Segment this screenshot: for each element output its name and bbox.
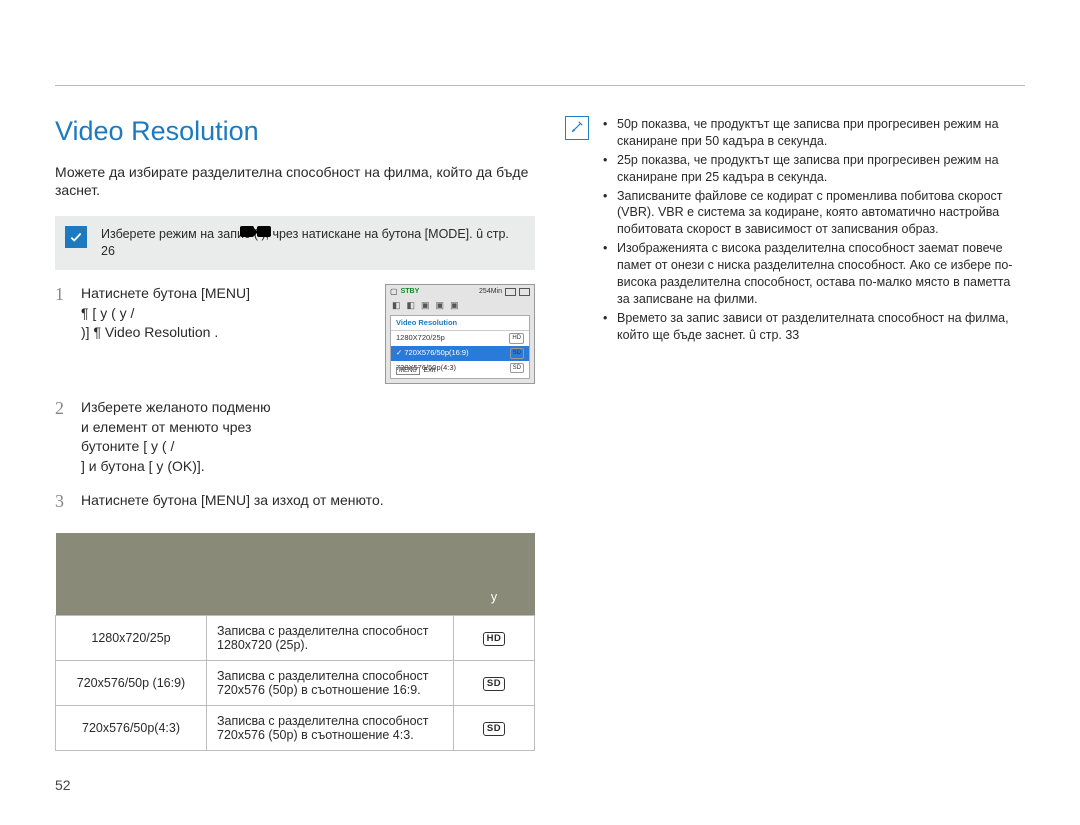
cam-option-row-selected[interactable]: ✓ 720X576/50p(16:9) SD (391, 346, 529, 361)
step1-line1: Натиснете бутона [MENU] (81, 284, 375, 304)
note-icon (565, 116, 589, 140)
memory-icon: ▢ (390, 286, 398, 297)
step-2: Изберете желаното подменю и елемент от м… (55, 398, 535, 478)
mode-icon: ▣ (436, 299, 445, 312)
step-3: Натиснете бутона [MENU] за изход от меню… (55, 491, 535, 511)
note-item: 25p показва, че продуктът ще записва при… (603, 152, 1025, 186)
cam-menu-title: Video Resolution (391, 316, 529, 332)
camera-screenshot: ▢ STBY 254Min ◧ (385, 284, 535, 384)
mode-icon: ◧ (407, 299, 416, 312)
checkmark-icon (65, 226, 87, 248)
res-desc: Записва с разделителна способност 720x57… (207, 661, 454, 706)
step1-line3: )] ¶ Video Resolution . (81, 323, 375, 343)
cam-option-label: 720X576/50p(16:9) (404, 348, 468, 357)
res-desc: Записва с разделителна способност 1280x7… (207, 616, 454, 661)
mode-icon: ▣ (450, 299, 459, 312)
time-remaining: 254Min (479, 287, 502, 297)
sd-badge: SD (510, 363, 524, 374)
table-row: 1280x720/25p Записва с разделителна спос… (56, 616, 535, 661)
header-rule (55, 85, 1025, 86)
note-item: 50p показва, че продуктът ще записва при… (603, 116, 1025, 150)
intro-text: Можете да избирате разделителна способно… (55, 163, 535, 200)
sd-badge: SD (483, 722, 505, 735)
res-name: 720x576/50p (16:9) (56, 661, 207, 706)
menu-exit-label: Exit (424, 367, 436, 374)
table-row: 720x576/50p(4:3) Записва с разделителна … (56, 706, 535, 751)
notes-list: 50p показва, че продуктът ще записва при… (601, 116, 1025, 345)
page-title: Video Resolution (55, 116, 535, 147)
res-name: 1280x720/25p (56, 616, 207, 661)
sd-badge: SD (510, 348, 524, 359)
resolution-table: у 1280x720/25p Записва с разделителна сп… (55, 533, 535, 751)
cam-option-label: 1280X720/25p (396, 333, 445, 344)
step2-line4: ] и бутона [ у (OK)]. (81, 457, 535, 477)
hd-badge: HD (483, 632, 506, 645)
camera-icon (257, 226, 271, 237)
mode-icon: ◧ (392, 299, 401, 312)
table-col-icon: у (454, 579, 535, 616)
mode-note-text: Изберете режим на запис ( ), чрез натиск… (101, 227, 509, 258)
step3-text: Натиснете бутона [MENU] за изход от меню… (81, 492, 384, 508)
table-col-name (56, 579, 207, 616)
note-item: Записваните файлове се кодират с променл… (603, 188, 1025, 239)
note-item: Изображенията с висока разделителна спос… (603, 240, 1025, 308)
status-stby: STBY (401, 287, 420, 297)
table-header-row1 (56, 533, 535, 579)
note-item: Времето за запис зависи от разделителнат… (603, 310, 1025, 344)
mode-icon: ▣ (421, 299, 430, 312)
battery-icon (519, 288, 530, 296)
step2-line1: Изберете желаното подменю (81, 398, 535, 418)
sd-badge: SD (483, 677, 505, 690)
res-name: 720x576/50p(4:3) (56, 706, 207, 751)
mode-note-box: Изберете режим на запис ( ), чрез натиск… (55, 216, 535, 270)
step1-line2: ¶ [ у ( у / (81, 304, 375, 324)
table-col-desc (207, 579, 454, 616)
table-row: 720x576/50p (16:9) Записва с разделителн… (56, 661, 535, 706)
cam-option-row[interactable]: 1280X720/25p HD (391, 331, 529, 346)
page-number: 52 (55, 777, 71, 793)
hd-badge: HD (509, 333, 524, 344)
card-icon (505, 288, 516, 296)
step-1: Натиснете бутона [MENU] ¶ [ у ( у / )] ¶… (55, 284, 535, 384)
video-icon (240, 226, 254, 237)
menu-exit-button[interactable]: MENU (396, 367, 420, 375)
step2-line3: бутоните [ у ( / (81, 437, 535, 457)
step2-line2: и елемент от менюто чрез (81, 418, 535, 438)
res-desc: Записва с разделителна способност 720x57… (207, 706, 454, 751)
steps-list: Натиснете бутона [MENU] ¶ [ у ( у / )] ¶… (55, 284, 535, 511)
